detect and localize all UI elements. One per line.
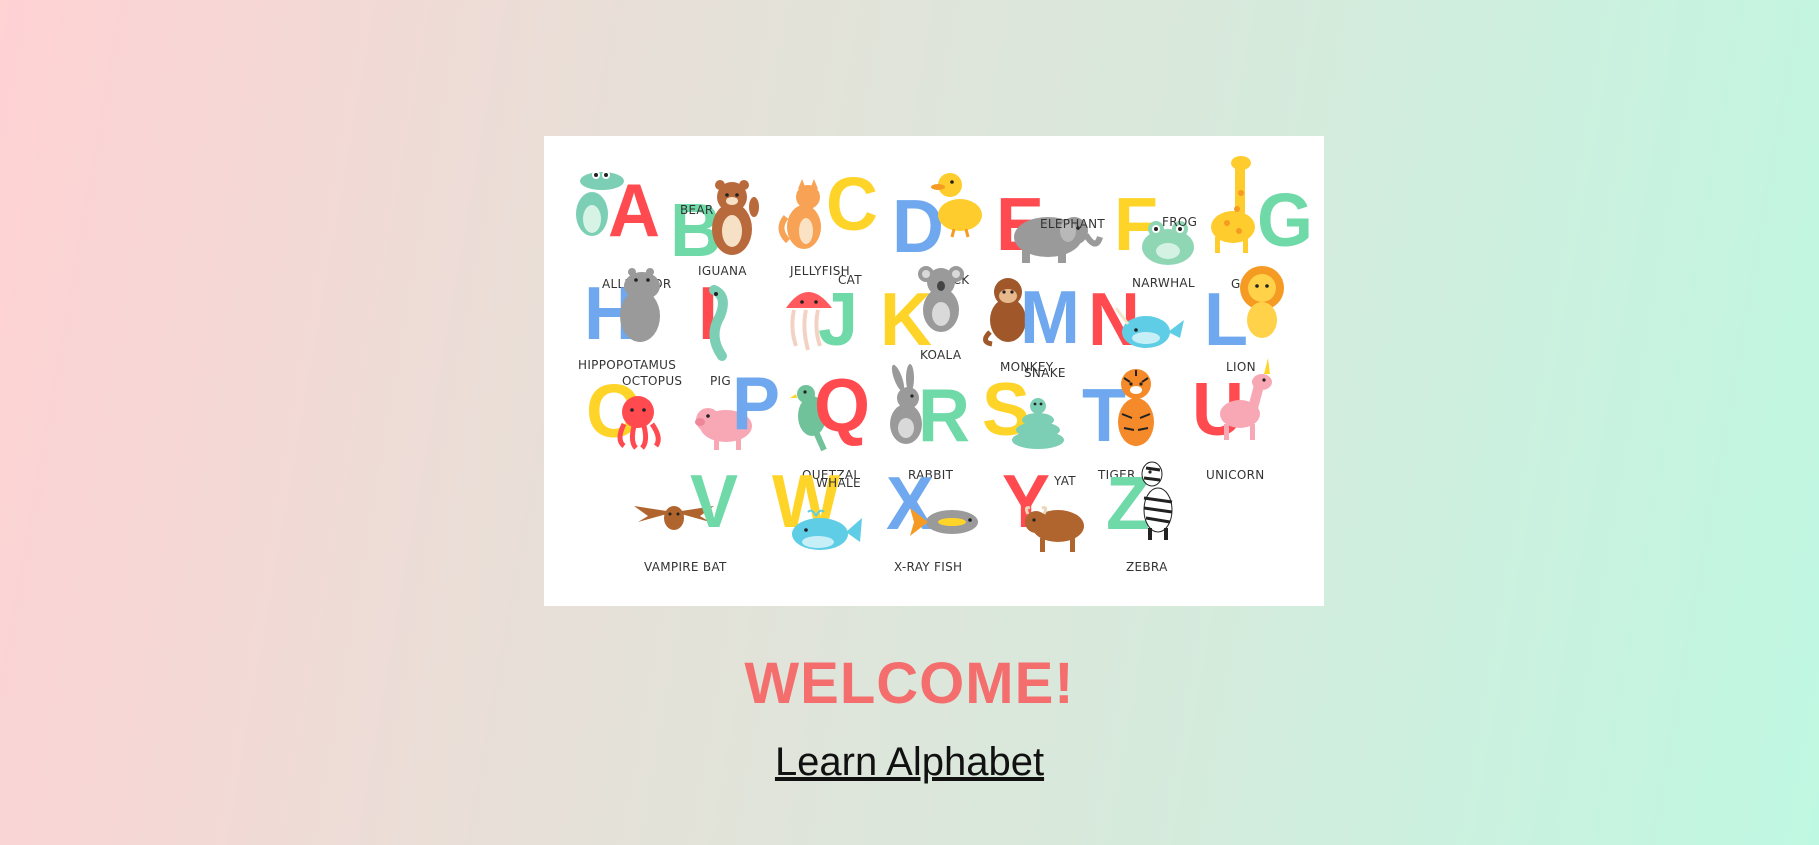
card-letter: P [732,362,780,446]
card-letter: C [826,163,878,247]
card-animal-name: ELEPHANT [1040,217,1106,231]
cat-icon [778,179,821,249]
snake-icon [1012,398,1064,449]
hippopotamus-icon [620,268,660,342]
x-ray-fish-icon [910,508,978,536]
card-z: Z ZEBRA [1106,461,1216,574]
card-animal-name: IGUANA [698,264,747,278]
card-c: C CAT [778,161,892,287]
card-letter: R [918,374,970,458]
koala-icon [918,266,964,332]
alphabet-poster: A ALLIGATOR B BEAR C CAT D [544,136,1324,606]
card-animal-name: BEAR [680,203,714,217]
card-animal-name: WHALE [816,476,861,490]
card-k: K KOALA [880,264,990,364]
card-o: O OCTOPUS [586,372,696,472]
learn-alphabet-container: Learn Alphabet [0,740,1819,785]
iguana-icon [709,285,728,361]
card-letter: V [690,460,738,544]
card-animal-name: VAMPIRE BAT [644,560,727,574]
learn-alphabet-link[interactable]: Learn Alphabet [775,740,1044,784]
card-animal-name: KOALA [920,348,962,362]
card-j: J JELLYFISH [782,264,892,364]
zebra-icon [1141,461,1173,540]
card-e: E ELEPHANT [996,161,1106,263]
card-t: T TIGER [1082,369,1192,482]
tiger-icon [1118,369,1154,446]
card-s: S SNAKE [982,366,1092,472]
card-animal-name: JELLYFISH [790,264,851,278]
card-animal-name: YAT [1054,474,1076,488]
card-r: R RABBIT [884,364,994,482]
card-animal-name: SNAKE [1024,366,1066,380]
card-y: Y YAT [1002,464,1112,572]
duck-icon [931,173,982,238]
welcome-heading: WELCOME! [744,651,1075,716]
bear-icon [712,180,759,255]
card-b: B BEAR [670,161,784,269]
card-h: H HIPPOPOTAMUS [578,264,694,372]
card-d: D DUCK [892,161,1002,287]
card-w: W WHALE [772,464,882,572]
octopus-icon [617,396,661,450]
card-letter: G [1257,179,1313,263]
card-letter: A [608,169,660,253]
card-animal-name: NARWHAL [1132,276,1195,290]
card-animal-name: X-RAY FISH [894,560,963,574]
unicorn-icon [1220,358,1272,440]
card-a: A ALLIGATOR [568,161,678,291]
card-n: N NARWHAL [1088,264,1198,364]
card-l: L LION [1204,264,1314,374]
card-animal-name: ZEBRA [1126,560,1168,574]
card-animal-name: OCTOPUS [622,374,683,388]
card-v: V VAMPIRE BAT [634,464,760,574]
narwhal-icon [1114,307,1184,348]
card-letter: M [1020,276,1080,360]
card-letter: Q [814,364,870,448]
lion-icon [1240,266,1284,338]
card-p: P PIG [692,366,802,472]
yak-icon [1024,506,1084,552]
card-animal-name: PIG [710,374,731,388]
card-u: U UNICORN [1192,358,1302,482]
card-g: G GIRAFFE [1209,156,1319,291]
whale-icon [792,509,862,550]
card-m: M MONKEY [982,264,1092,374]
card-animal-name: FROG [1162,215,1198,229]
card-letter: J [818,278,858,362]
card-x: X X-RAY FISH [886,466,996,574]
